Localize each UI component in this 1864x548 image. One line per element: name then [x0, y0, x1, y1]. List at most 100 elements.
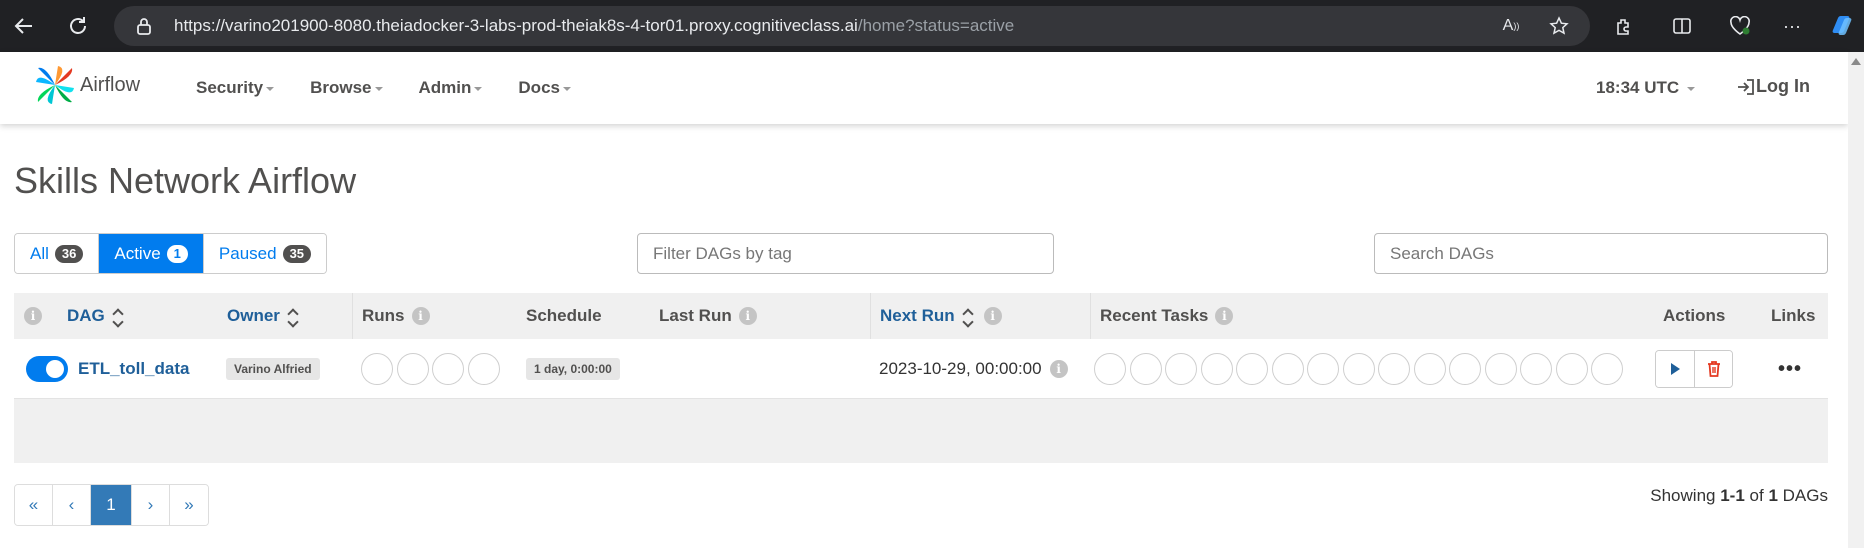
airflow-pinwheel-icon	[36, 66, 74, 104]
owner-label[interactable]: Varino Alfried	[226, 358, 320, 380]
dags-table: i DAG Owner Runs i Schedule Last Run i N…	[14, 293, 1828, 463]
header-dag-label: DAG	[67, 306, 105, 325]
reload-icon[interactable]	[58, 6, 98, 46]
page-last-button[interactable]: »	[170, 485, 208, 525]
header-next-run-label: Next Run	[880, 306, 955, 325]
url-text[interactable]: https://varino201900-8080.theiadocker-3-…	[174, 16, 1014, 36]
header-owner-sort[interactable]: Owner	[227, 293, 299, 339]
dag-active-toggle[interactable]	[26, 356, 68, 382]
split-screen-icon[interactable]	[1662, 6, 1702, 46]
copilot-icon[interactable]	[1822, 6, 1862, 46]
run-state-circle[interactable]	[361, 353, 393, 385]
task-state-circle[interactable]	[1165, 353, 1197, 385]
header-last-run-label: Last Run	[659, 306, 732, 325]
lock-icon[interactable]	[136, 17, 154, 35]
address-bar[interactable]: https://varino201900-8080.theiadocker-3-…	[114, 6, 1590, 46]
brand-logo-link[interactable]: Airflow	[32, 62, 140, 108]
delete-dag-button[interactable]	[1694, 351, 1732, 387]
menu-security[interactable]: Security	[196, 78, 275, 98]
filter-paused-button[interactable]: Paused 35	[203, 234, 327, 273]
main-menu: Security Browse Admin Docs	[196, 52, 607, 124]
info-icon[interactable]: i	[1215, 307, 1234, 325]
task-state-circle[interactable]	[1094, 353, 1126, 385]
header-info-cell: i	[24, 293, 42, 339]
back-icon[interactable]	[4, 6, 44, 46]
info-icon[interactable]: i	[24, 307, 42, 325]
read-aloud-icon[interactable]: A))	[1500, 15, 1522, 37]
info-icon[interactable]: i	[1049, 360, 1068, 378]
filter-all-button[interactable]: All 36	[15, 234, 100, 273]
toggle-knob	[46, 360, 64, 378]
header-links-label: Links	[1771, 306, 1816, 325]
tag-filter-input[interactable]	[637, 233, 1054, 274]
caret-down-icon	[374, 87, 383, 91]
run-state-circle[interactable]	[467, 353, 500, 385]
next-run-value: 2023-10-29, 00:00:00 i	[879, 359, 1068, 379]
menu-browse[interactable]: Browse	[310, 78, 383, 98]
login-label: Log In	[1756, 76, 1810, 96]
task-state-circle[interactable]	[1555, 353, 1588, 385]
showing-count-text: Showing 1-1 of 1 DAGs	[1650, 486, 1828, 506]
task-state-circle[interactable]	[1307, 353, 1339, 385]
info-icon[interactable]: i	[411, 307, 430, 325]
login-icon	[1738, 78, 1754, 95]
page-scrollbar[interactable]	[1848, 52, 1864, 548]
header-dag-sort[interactable]: DAG	[67, 293, 124, 339]
more-options-icon[interactable]: ···	[1772, 6, 1812, 46]
utc-clock-dropdown[interactable]: 18:34 UTC	[1596, 78, 1696, 98]
task-state-circle[interactable]	[1484, 353, 1517, 385]
header-last-run: Last Run i	[659, 293, 757, 339]
task-state-circle[interactable]	[1413, 353, 1446, 385]
schedule-cell: 1 day, 0:00:00	[526, 339, 620, 399]
task-state-circle[interactable]	[1591, 353, 1623, 385]
task-state-circle[interactable]	[1342, 353, 1375, 385]
task-state-circle[interactable]	[1129, 353, 1162, 385]
header-schedule-label: Schedule	[526, 306, 602, 325]
task-state-circle[interactable]	[1236, 353, 1268, 385]
runs-cell	[361, 339, 503, 399]
page-current-button[interactable]: 1	[91, 485, 132, 525]
task-state-circle[interactable]	[1200, 353, 1233, 385]
page-first-button[interactable]: «	[15, 485, 53, 525]
header-recent-tasks: Recent Tasks i	[1090, 293, 1234, 339]
menu-admin[interactable]: Admin	[419, 78, 483, 98]
extensions-icon[interactable]	[1604, 6, 1644, 46]
column-divider	[352, 293, 353, 339]
login-link[interactable]: Log In	[1736, 76, 1810, 97]
run-state-circle[interactable]	[432, 353, 464, 385]
scroll-up-arrow-icon[interactable]	[1851, 58, 1861, 65]
menu-docs[interactable]: Docs	[518, 78, 571, 98]
filter-all-label: All	[30, 243, 49, 263]
dag-id-link[interactable]: ETL_toll_data	[78, 359, 189, 379]
filter-active-button[interactable]: Active 1	[99, 234, 204, 273]
table-empty-area	[14, 399, 1828, 463]
filter-active-label: Active	[114, 243, 161, 263]
caret-down-icon	[266, 87, 275, 91]
header-runs: Runs i	[352, 293, 430, 339]
run-state-circle[interactable]	[396, 353, 429, 385]
next-run-text: 2023-10-29, 00:00:00	[879, 359, 1042, 378]
filter-paused-count-badge: 35	[282, 244, 312, 263]
play-icon	[1671, 363, 1680, 375]
info-icon[interactable]: i	[738, 307, 757, 325]
showing-of: of	[1749, 486, 1764, 505]
page-prev-button[interactable]: ‹	[53, 485, 91, 525]
header-next-run-sort[interactable]: Next Run i	[870, 293, 1002, 339]
task-state-circle[interactable]	[1449, 353, 1481, 385]
task-state-circle[interactable]	[1520, 353, 1552, 385]
search-dags-input[interactable]	[1374, 233, 1828, 274]
browser-toolbar: https://varino201900-8080.theiadocker-3-…	[0, 0, 1864, 52]
task-state-circle[interactable]	[1271, 353, 1304, 385]
info-icon[interactable]: i	[983, 307, 1002, 325]
sort-icon	[961, 307, 974, 328]
menu-docs-label: Docs	[518, 78, 560, 97]
url-path: /home?status=active	[857, 16, 1015, 35]
page-next-button[interactable]: ›	[132, 485, 170, 525]
dag-pause-toggle-cell	[26, 339, 68, 399]
browser-essentials-icon[interactable]	[1720, 6, 1760, 46]
menu-admin-label: Admin	[418, 78, 472, 97]
favorite-star-icon[interactable]	[1548, 15, 1570, 37]
task-state-circle[interactable]	[1378, 353, 1410, 385]
trigger-dag-button[interactable]	[1656, 351, 1694, 387]
more-links-ellipsis-icon[interactable]: •••	[1778, 358, 1802, 381]
